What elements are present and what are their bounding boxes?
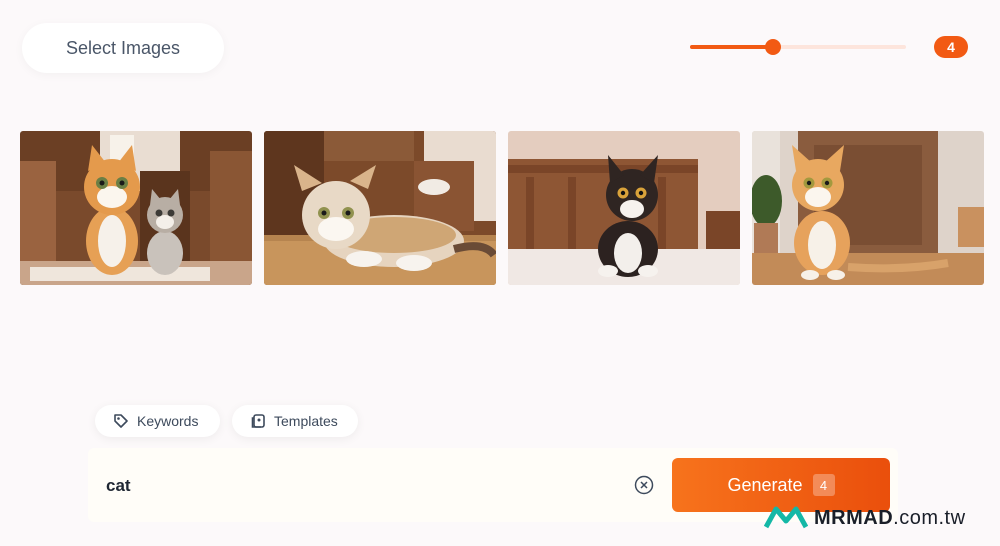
image-count-value: 4: [947, 39, 955, 55]
cat-image: [20, 131, 252, 285]
templates-icon: [251, 414, 265, 428]
select-images-label: Select Images: [65, 37, 181, 58]
generate-count-badge: 4: [812, 474, 835, 496]
image-count-slider[interactable]: [690, 38, 906, 56]
slider-thumb[interactable]: [765, 39, 781, 55]
keywords-label: Keywords: [137, 413, 199, 429]
mrmad-logo-icon: [764, 506, 808, 529]
watermark: MRMAD.com.tw: [764, 505, 966, 531]
watermark-domain: .com.tw: [893, 506, 966, 529]
generate-label: Generate: [727, 474, 803, 495]
watermark-brand: MRMAD: [814, 506, 894, 529]
clear-prompt-button[interactable]: [634, 475, 654, 495]
templates-label: Templates: [274, 413, 338, 429]
image-gallery: [20, 131, 984, 285]
image-count-badge: 4: [934, 36, 968, 58]
gallery-image-4[interactable]: [752, 131, 984, 285]
gallery-image-2[interactable]: [264, 131, 496, 285]
cat-image: [264, 131, 496, 285]
generate-button[interactable]: Generate 4: [672, 458, 890, 512]
cat-image: [752, 131, 984, 285]
gallery-image-3[interactable]: [508, 131, 740, 285]
templates-chip[interactable]: Templates: [232, 405, 358, 437]
gallery-image-1[interactable]: [20, 131, 252, 285]
prompt-input[interactable]: [104, 472, 628, 500]
keywords-chip[interactable]: Keywords: [95, 405, 220, 437]
tag-icon: [114, 414, 128, 428]
slider-fill: [690, 45, 773, 49]
select-images-button[interactable]: Select Images: [22, 23, 224, 73]
cat-image: [508, 131, 740, 285]
watermark-text: MRMAD.com.tw: [814, 507, 966, 530]
clear-icon: [634, 475, 654, 495]
